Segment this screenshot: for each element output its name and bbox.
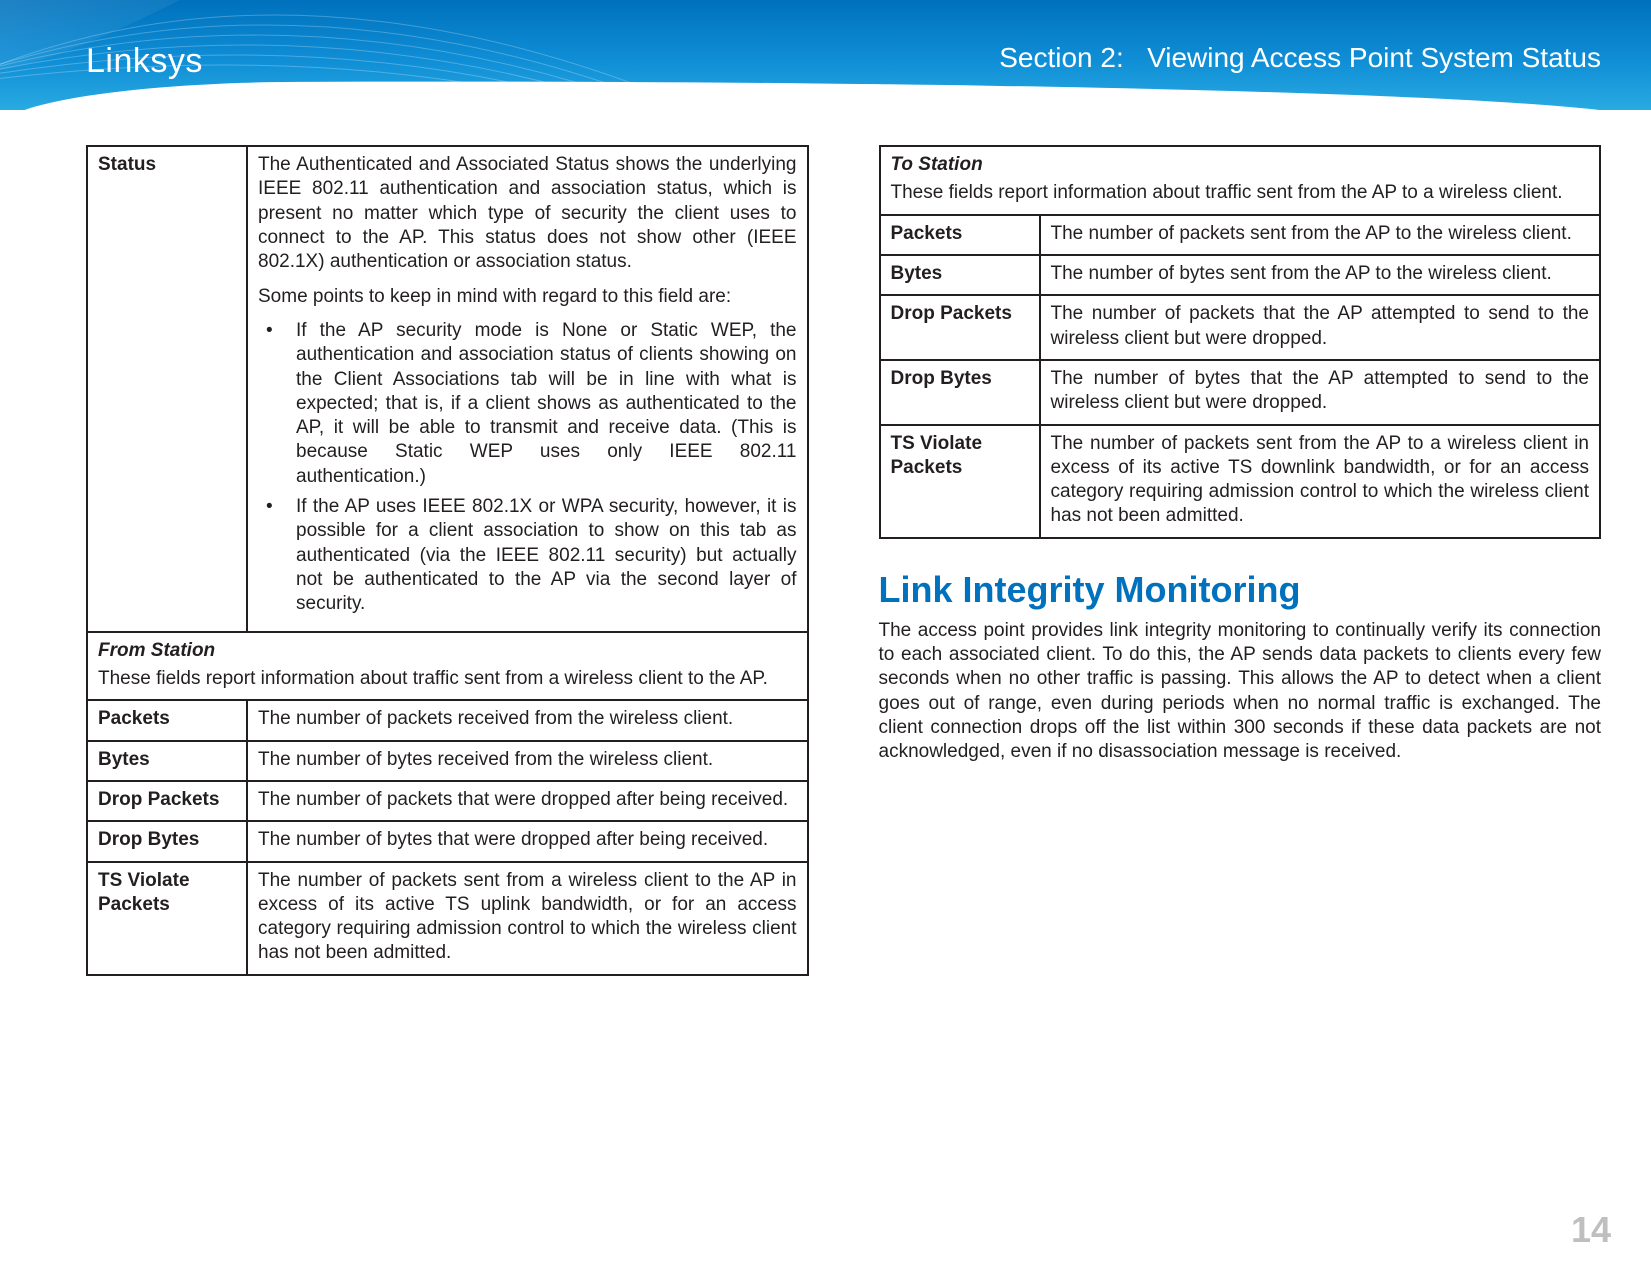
header-section-text: Viewing Access Point System Status [1147,42,1601,73]
from-row-desc-text: The number of packets that were dropped … [258,788,797,812]
table-row: From Station These fields report informa… [87,632,808,701]
from-station-header-cell: From Station These fields report informa… [87,632,808,701]
from-row-label: Drop Packets [87,781,247,821]
from-row-desc-text: The number of bytes that were dropped af… [258,828,797,852]
status-paragraph-2: Some points to keep in mind with regard … [258,285,797,309]
table-row: Packets The number of packets received f… [87,700,808,740]
left-column: Status The Authenticated and Associated … [86,145,809,1195]
table-row: To Station These fields report informati… [880,146,1601,215]
link-integrity-body: The access point provides link integrity… [879,619,1602,765]
from-station-desc: These fields report information about tr… [98,667,797,691]
to-row-desc: The number of packets sent from the AP t… [1040,215,1601,255]
right-column: To Station These fields report informati… [879,145,1602,1195]
to-row-label: Packets [880,215,1040,255]
to-row-label: Bytes [880,255,1040,295]
from-row-desc-text: The number of packets sent from a wirele… [258,869,797,966]
from-row-desc-text: The number of packets received from the … [258,707,797,731]
to-row-label: Drop Packets [880,295,1040,360]
to-row-desc-text: The number of packets sent from the AP t… [1051,222,1590,246]
from-row-desc: The number of packets that were dropped … [247,781,808,821]
to-station-table: To Station These fields report informati… [879,145,1602,539]
status-bullet-2: If the AP uses IEEE 802.1X or WPA securi… [258,495,797,617]
from-row-desc-text: The number of bytes received from the wi… [258,748,797,772]
from-row-label: Drop Bytes [87,821,247,861]
from-row-desc: The number of bytes that were dropped af… [247,821,808,861]
status-bullets: If the AP security mode is None or Stati… [258,319,797,617]
status-bullet-1: If the AP security mode is None or Stati… [258,319,797,489]
to-row-desc: The number of bytes that the AP attempte… [1040,360,1601,425]
brand-text: Linksys [86,42,203,81]
page: Linksys Section 2: Viewing Access Point … [0,0,1651,1275]
table-row: Status The Authenticated and Associated … [87,146,808,632]
to-row-desc: The number of bytes sent from the AP to … [1040,255,1601,295]
to-station-title: To Station [891,153,1590,177]
page-number: 14 [1571,1209,1611,1251]
from-row-label: Bytes [87,741,247,781]
header-section-title: Section 2: Viewing Access Point System S… [999,42,1601,74]
to-row-desc: The number of packets that the AP attemp… [1040,295,1601,360]
table-row: Drop Bytes The number of bytes that the … [880,360,1601,425]
table-row: Bytes The number of bytes received from … [87,741,808,781]
from-station-title: From Station [98,639,797,663]
table-row: Packets The number of packets sent from … [880,215,1601,255]
from-row-label: Packets [87,700,247,740]
status-label-cell: Status [87,146,247,632]
page-header: Linksys Section 2: Viewing Access Point … [0,0,1651,110]
table-row: TS Violate Packets The number of packets… [87,862,808,975]
to-row-desc-text: The number of packets sent from the AP t… [1051,432,1590,529]
to-row-desc-text: The number of packets that the AP attemp… [1051,302,1590,351]
to-row-desc-text: The number of bytes that the AP attempte… [1051,367,1590,416]
status-and-from-table: Status The Authenticated and Associated … [86,145,809,976]
to-row-desc-text: The number of bytes sent from the AP to … [1051,262,1590,286]
header-section-label: Section 2: [999,42,1124,73]
to-station-desc: These fields report information about tr… [891,181,1590,205]
table-row: Bytes The number of bytes sent from the … [880,255,1601,295]
content-columns: Status The Authenticated and Associated … [86,145,1601,1195]
from-row-label: TS Violate Packets [87,862,247,975]
to-row-desc: The number of packets sent from the AP t… [1040,425,1601,538]
link-integrity-heading: Link Integrity Monitoring [879,569,1602,611]
from-row-desc: The number of bytes received from the wi… [247,741,808,781]
to-station-header-cell: To Station These fields report informati… [880,146,1601,215]
to-row-label: Drop Bytes [880,360,1040,425]
status-paragraph-1: The Authenticated and Associated Status … [258,153,797,275]
table-row: Drop Bytes The number of bytes that were… [87,821,808,861]
table-row: Drop Packets The number of packets that … [87,781,808,821]
status-desc-cell: The Authenticated and Associated Status … [247,146,808,632]
to-row-label: TS Violate Packets [880,425,1040,538]
table-row: TS Violate Packets The number of packets… [880,425,1601,538]
from-row-desc: The number of packets sent from a wirele… [247,862,808,975]
table-row: Drop Packets The number of packets that … [880,295,1601,360]
from-row-desc: The number of packets received from the … [247,700,808,740]
